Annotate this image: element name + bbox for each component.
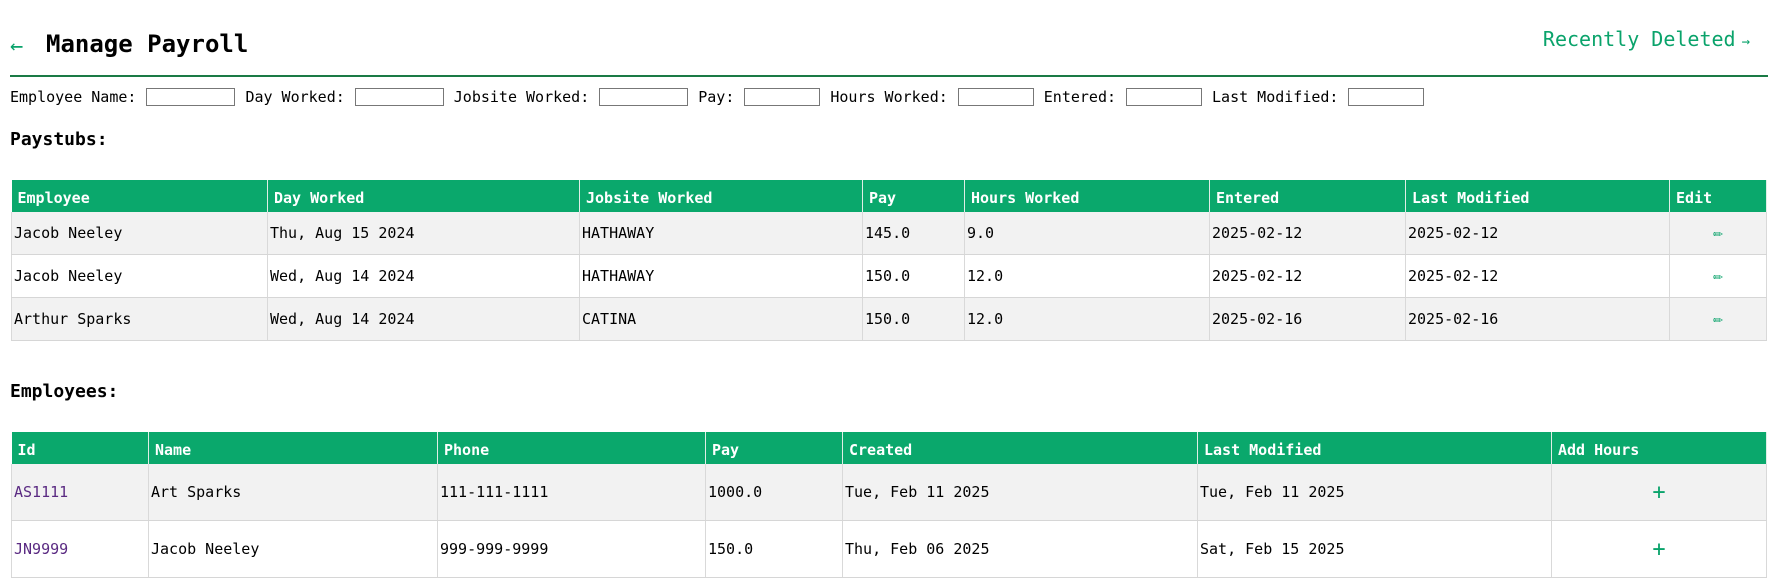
edit-pencil-icon[interactable]: ✏ xyxy=(1713,309,1723,329)
cell-entered: 2025-02-12 xyxy=(1209,212,1406,255)
filter-bar: Employee Name: Day Worked: Jobsite Worke… xyxy=(10,87,1768,107)
last-modified-filter-input[interactable] xyxy=(1348,88,1425,106)
cell-jobsite-worked: HATHAWAY xyxy=(579,254,863,298)
recently-deleted-label: Recently Deleted xyxy=(1542,27,1736,51)
employee-id-link[interactable]: AS1111 xyxy=(14,483,68,501)
cell-phone: 999-999-9999 xyxy=(437,520,706,578)
cell-pay: 150.0 xyxy=(705,520,843,578)
cell-pay: 150.0 xyxy=(862,254,965,298)
add-hours-plus-icon[interactable]: + xyxy=(1652,480,1665,505)
add-hours-plus-icon[interactable]: + xyxy=(1652,537,1665,562)
jobsite-worked-filter-input[interactable] xyxy=(599,88,689,106)
day-worked-filter-label: Day Worked: xyxy=(245,88,345,106)
table-row: Jacob Neeley Wed, Aug 14 2024 HATHAWAY 1… xyxy=(11,254,1767,298)
cell-day-worked: Wed, Aug 14 2024 xyxy=(267,297,580,341)
page-header: ← Manage Payroll Recently Deleted → xyxy=(10,0,1768,77)
page-title: Manage Payroll xyxy=(46,30,249,58)
column-header-hours-worked[interactable]: Hours Worked xyxy=(964,180,1210,212)
employees-heading: Employees: xyxy=(10,381,119,402)
cell-entered: 2025-02-12 xyxy=(1209,254,1406,298)
employee-name-filter-label: Employee Name: xyxy=(10,88,137,106)
paystubs-header-row: Employee Day Worked Jobsite Worked Pay H… xyxy=(11,180,1767,212)
cell-employee: Jacob Neeley xyxy=(11,212,268,255)
cell-created: Thu, Feb 06 2025 xyxy=(842,520,1198,578)
last-modified-filter-label: Last Modified: xyxy=(1212,88,1339,106)
cell-employee: Arthur Sparks xyxy=(11,297,268,341)
cell-day-worked: Thu, Aug 15 2024 xyxy=(267,212,580,255)
jobsite-worked-filter-label: Jobsite Worked: xyxy=(453,88,590,106)
column-header-pay[interactable]: Pay xyxy=(705,432,843,464)
employees-header-row: Id Name Phone Pay Created Last Modified … xyxy=(11,432,1767,464)
column-header-edit: Edit xyxy=(1669,180,1767,212)
cell-created: Tue, Feb 11 2025 xyxy=(842,464,1198,521)
cell-pay: 145.0 xyxy=(862,212,965,255)
table-row: Jacob Neeley Thu, Aug 15 2024 HATHAWAY 1… xyxy=(11,212,1767,255)
cell-last-modified: 2025-02-12 xyxy=(1405,254,1670,298)
hours-worked-filter-input[interactable] xyxy=(957,88,1034,106)
column-header-last-modified[interactable]: Last Modified xyxy=(1405,180,1670,212)
paystubs-table: Employee Day Worked Jobsite Worked Pay H… xyxy=(11,180,1767,341)
day-worked-filter-input[interactable] xyxy=(354,88,444,106)
cell-phone: 111-111-1111 xyxy=(437,464,706,521)
column-header-add-hours: Add Hours xyxy=(1551,432,1767,464)
cell-last-modified: 2025-02-16 xyxy=(1405,297,1670,341)
back-arrow-icon[interactable]: ← xyxy=(10,34,23,59)
column-header-created[interactable]: Created xyxy=(842,432,1198,464)
cell-last-modified: Tue, Feb 11 2025 xyxy=(1197,464,1552,521)
cell-last-modified: Sat, Feb 15 2025 xyxy=(1197,520,1552,578)
pay-filter-label: Pay: xyxy=(698,88,735,106)
entered-filter-input[interactable] xyxy=(1126,88,1203,106)
column-header-jobsite-worked[interactable]: Jobsite Worked xyxy=(579,180,863,212)
entered-filter-label: Entered: xyxy=(1043,88,1117,106)
column-header-last-modified[interactable]: Last Modified xyxy=(1197,432,1552,464)
cell-entered: 2025-02-16 xyxy=(1209,297,1406,341)
cell-edit: ✏ xyxy=(1669,254,1767,298)
cell-last-modified: 2025-02-12 xyxy=(1405,212,1670,255)
cell-pay: 150.0 xyxy=(862,297,965,341)
cell-add-hours: + xyxy=(1551,520,1767,578)
column-header-day-worked[interactable]: Day Worked xyxy=(267,180,580,212)
cell-pay: 1000.0 xyxy=(705,464,843,521)
employee-name-filter-input[interactable] xyxy=(146,88,236,106)
table-row: JN9999 Jacob Neeley 999-999-9999 150.0 T… xyxy=(11,520,1767,578)
paystubs-heading: Paystubs: xyxy=(10,129,108,150)
cell-name: Jacob Neeley xyxy=(148,520,438,578)
pay-filter-input[interactable] xyxy=(744,88,821,106)
cell-id: JN9999 xyxy=(11,520,149,578)
table-row: AS1111 Art Sparks 111-111-1111 1000.0 Tu… xyxy=(11,464,1767,521)
cell-add-hours: + xyxy=(1551,464,1767,521)
cell-edit: ✏ xyxy=(1669,212,1767,255)
table-row: Arthur Sparks Wed, Aug 14 2024 CATINA 15… xyxy=(11,297,1767,341)
edit-pencil-icon[interactable]: ✏ xyxy=(1713,266,1723,286)
cell-name: Art Sparks xyxy=(148,464,438,521)
column-header-name[interactable]: Name xyxy=(148,432,438,464)
cell-hours-worked: 12.0 xyxy=(964,254,1210,298)
column-header-employee[interactable]: Employee xyxy=(11,180,268,212)
cell-hours-worked: 12.0 xyxy=(964,297,1210,341)
hours-worked-filter-label: Hours Worked: xyxy=(830,88,948,106)
recently-deleted-link[interactable]: Recently Deleted → xyxy=(1543,27,1750,51)
column-header-pay[interactable]: Pay xyxy=(862,180,965,212)
column-header-entered[interactable]: Entered xyxy=(1209,180,1406,212)
cell-employee: Jacob Neeley xyxy=(11,254,268,298)
employee-id-link[interactable]: JN9999 xyxy=(14,540,68,558)
cell-hours-worked: 9.0 xyxy=(964,212,1210,255)
cell-day-worked: Wed, Aug 14 2024 xyxy=(267,254,580,298)
employees-table: Id Name Phone Pay Created Last Modified … xyxy=(11,432,1767,578)
cell-jobsite-worked: CATINA xyxy=(579,297,863,341)
column-header-id[interactable]: Id xyxy=(11,432,149,464)
cell-jobsite-worked: HATHAWAY xyxy=(579,212,863,255)
cell-id: AS1111 xyxy=(11,464,149,521)
cell-edit: ✏ xyxy=(1669,297,1767,341)
column-header-phone[interactable]: Phone xyxy=(437,432,706,464)
arrow-right-icon: → xyxy=(1741,34,1750,50)
edit-pencil-icon[interactable]: ✏ xyxy=(1713,223,1723,243)
